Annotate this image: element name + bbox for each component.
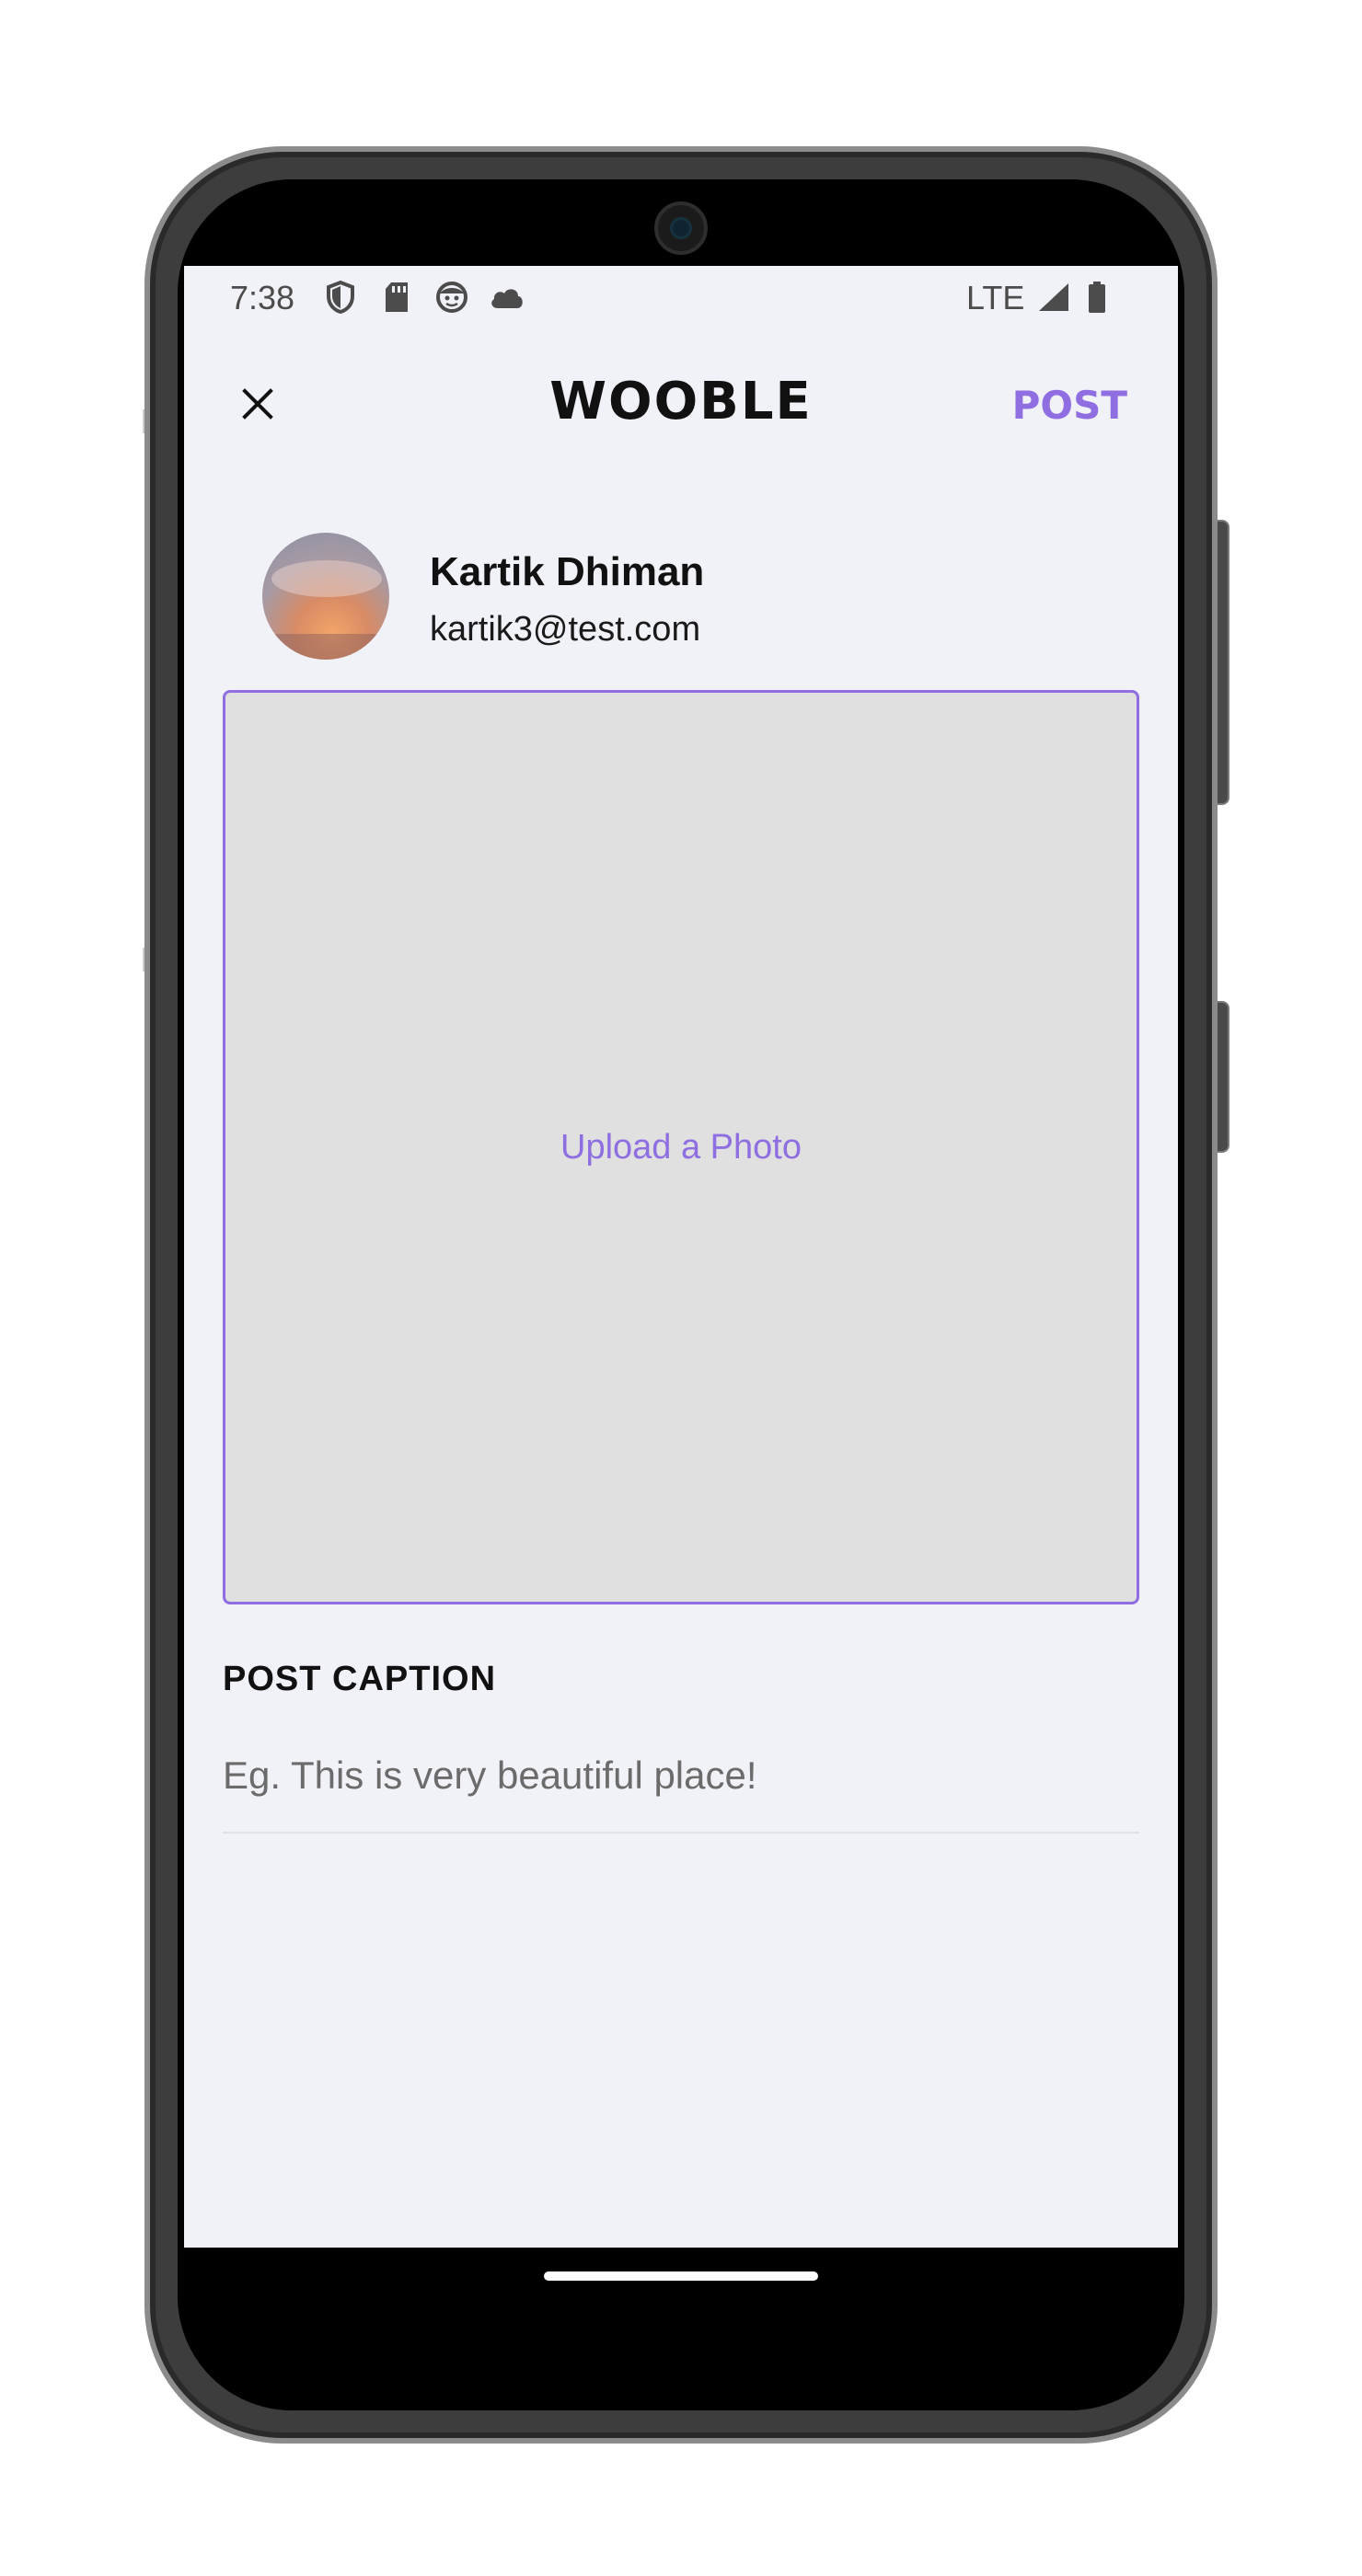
- user-profile: Kartik Dhiman kartik3@test.com: [262, 533, 1091, 661]
- cloud-icon: [489, 279, 525, 316]
- app-screen: 7:38 LTE WOOBLE POST Kartik Dhiman karti…: [184, 266, 1178, 2248]
- upload-photo-area[interactable]: Upload a Photo: [223, 690, 1139, 1604]
- sd-card-icon: [378, 279, 415, 316]
- app-bar: WOOBLE POST: [184, 353, 1178, 454]
- face-icon: [433, 279, 470, 316]
- battery-icon: [1079, 279, 1115, 316]
- avatar: [262, 533, 389, 660]
- signal-icon: [1035, 279, 1072, 316]
- upload-photo-label: Upload a Photo: [560, 1127, 802, 1167]
- status-bar: 7:38 LTE: [184, 266, 1178, 330]
- device-stage: 7:38 LTE WOOBLE POST Kartik Dhiman karti…: [0, 0, 1362, 2576]
- network-type: LTE: [966, 279, 1025, 316]
- shield-icon: [322, 279, 359, 316]
- home-indicator[interactable]: [544, 2271, 818, 2281]
- post-button[interactable]: POST: [1012, 383, 1127, 428]
- status-time: 7:38: [230, 279, 295, 316]
- caption-input[interactable]: [223, 1719, 1139, 1834]
- user-email: kartik3@test.com: [430, 610, 701, 649]
- user-name: Kartik Dhiman: [430, 549, 705, 594]
- caption-label: POST CAPTION: [223, 1660, 497, 1698]
- front-camera: [654, 201, 708, 255]
